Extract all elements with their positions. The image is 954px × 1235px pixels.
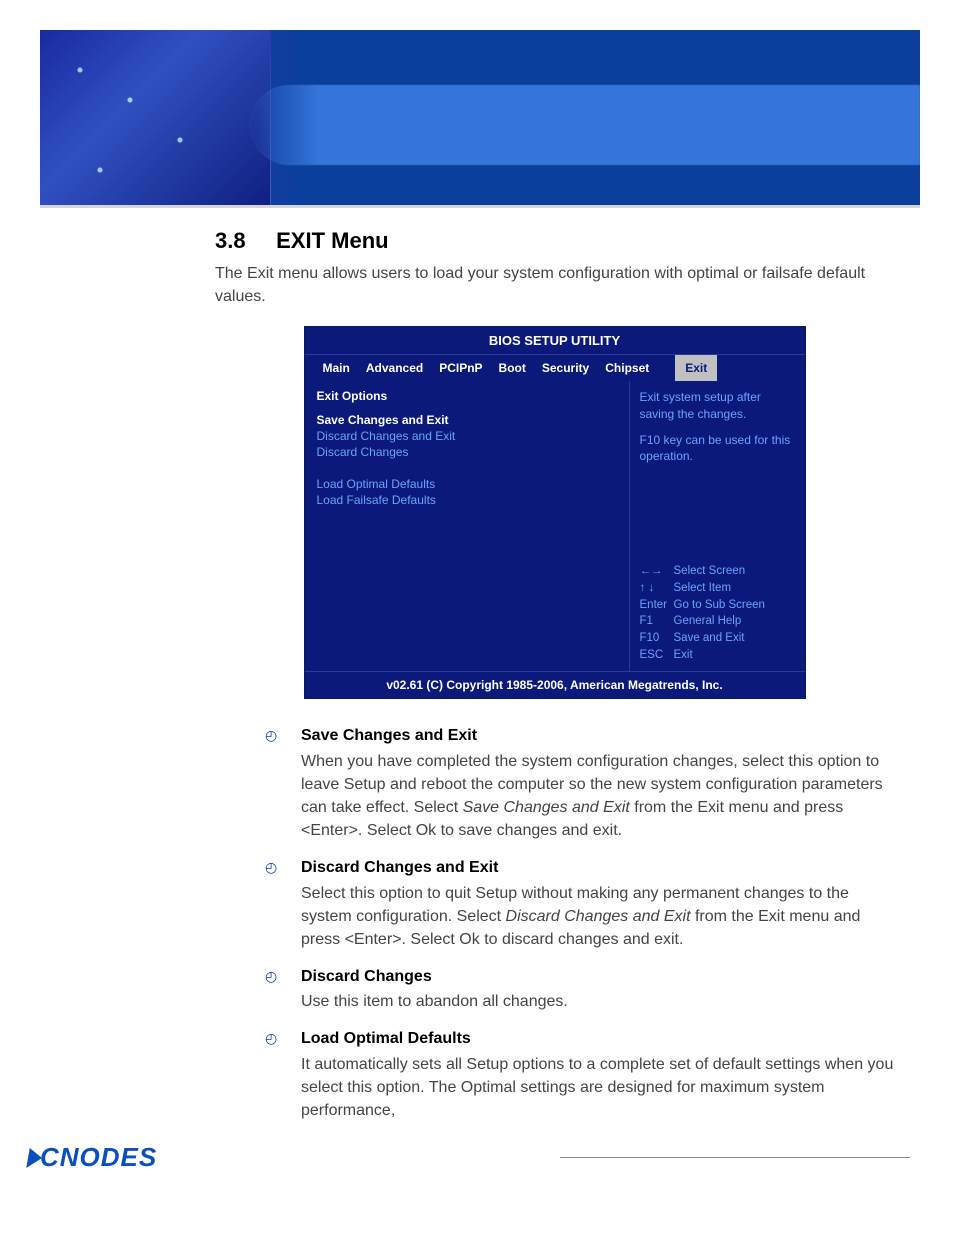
key-enter: Enter <box>640 597 674 614</box>
bullet-icon: ◴ <box>265 965 301 1013</box>
key-f10: F10 <box>640 630 674 647</box>
bios-screenshot: BIOS SETUP UTILITY Main Advanced PCIPnP … <box>304 326 806 699</box>
desc-title: Discard Changes and Exit <box>301 856 894 879</box>
header-banner <box>40 30 920 208</box>
desc-body-em: Save Changes and Exit <box>463 799 630 816</box>
banner-circuit-art <box>40 30 271 205</box>
bios-item-load-failsafe[interactable]: Load Failsafe Defaults <box>317 493 617 507</box>
bios-tab-main[interactable]: Main <box>315 355 358 381</box>
desc-body-pre: It automatically sets all Setup options … <box>301 1056 893 1119</box>
bios-item-load-optimal[interactable]: Load Optimal Defaults <box>317 477 617 491</box>
desc-discard-changes: ◴ Discard Changes Use this item to aband… <box>265 965 894 1013</box>
bullet-icon: ◴ <box>265 1027 301 1122</box>
bios-help-line1: Exit system setup after saving the chang… <box>640 389 795 421</box>
section-heading: 3.8 EXIT Menu <box>215 228 894 254</box>
bios-tab-pcipnp[interactable]: PCIPnP <box>431 355 490 381</box>
bios-help-text: Exit system setup after saving the chang… <box>640 389 795 464</box>
banner-stripe <box>250 85 920 165</box>
section-title: EXIT Menu <box>276 228 388 253</box>
desc-title: Discard Changes <box>301 965 894 988</box>
bios-tab-exit[interactable]: Exit <box>675 355 717 381</box>
desc-body-pre: Use this item to abandon all changes. <box>301 993 568 1010</box>
bios-left-panel: Exit Options Save Changes and Exit Disca… <box>305 381 630 671</box>
bios-item-save-exit[interactable]: Save Changes and Exit <box>317 413 617 427</box>
section-intro: The Exit menu allows users to load your … <box>215 262 894 308</box>
bios-right-panel: Exit system setup after saving the chang… <box>630 381 805 671</box>
key-esc: ESC <box>640 647 674 664</box>
bios-panel-heading: Exit Options <box>317 389 617 403</box>
bios-menu-bar: Main Advanced PCIPnP Boot Security Chips… <box>305 354 805 381</box>
desc-body-em: Discard Changes and Exit <box>506 908 691 925</box>
bios-footer: v02.61 (C) Copyright 1985-2006, American… <box>305 671 805 698</box>
desc-discard-changes-exit: ◴ Discard Changes and Exit Select this o… <box>265 856 894 951</box>
bios-item-discard[interactable]: Discard Changes <box>317 445 617 459</box>
bios-tab-boot[interactable]: Boot <box>491 355 534 381</box>
bios-help-line2: F10 key can be used for this operation. <box>640 432 795 464</box>
section-number: 3.8 <box>215 228 270 254</box>
desc-load-optimal: ◴ Load Optimal Defaults It automatically… <box>265 1027 894 1122</box>
key-f1: F1 <box>640 613 674 630</box>
bullet-icon: ◴ <box>265 724 301 842</box>
bios-tab-security[interactable]: Security <box>534 355 597 381</box>
footer-rule <box>560 1157 910 1158</box>
desc-title: Load Optimal Defaults <box>301 1027 894 1050</box>
bios-item-discard-exit[interactable]: Discard Changes and Exit <box>317 429 617 443</box>
desc-title: Save Changes and Exit <box>301 724 894 747</box>
bios-tab-advanced[interactable]: Advanced <box>358 355 431 381</box>
key-arrows-ud-icon: ↑ ↓ <box>640 580 674 597</box>
bios-key-legend: ←→Select Screen ↑ ↓Select Item EnterGo t… <box>640 563 795 663</box>
bios-title: BIOS SETUP UTILITY <box>305 327 805 354</box>
key-arrows-lr-icon: ←→ <box>640 563 674 580</box>
desc-save-changes-exit: ◴ Save Changes and Exit When you have co… <box>265 724 894 842</box>
description-list: ◴ Save Changes and Exit When you have co… <box>265 724 894 1122</box>
bios-tab-chipset[interactable]: Chipset <box>597 355 657 381</box>
bullet-icon: ◴ <box>265 856 301 951</box>
